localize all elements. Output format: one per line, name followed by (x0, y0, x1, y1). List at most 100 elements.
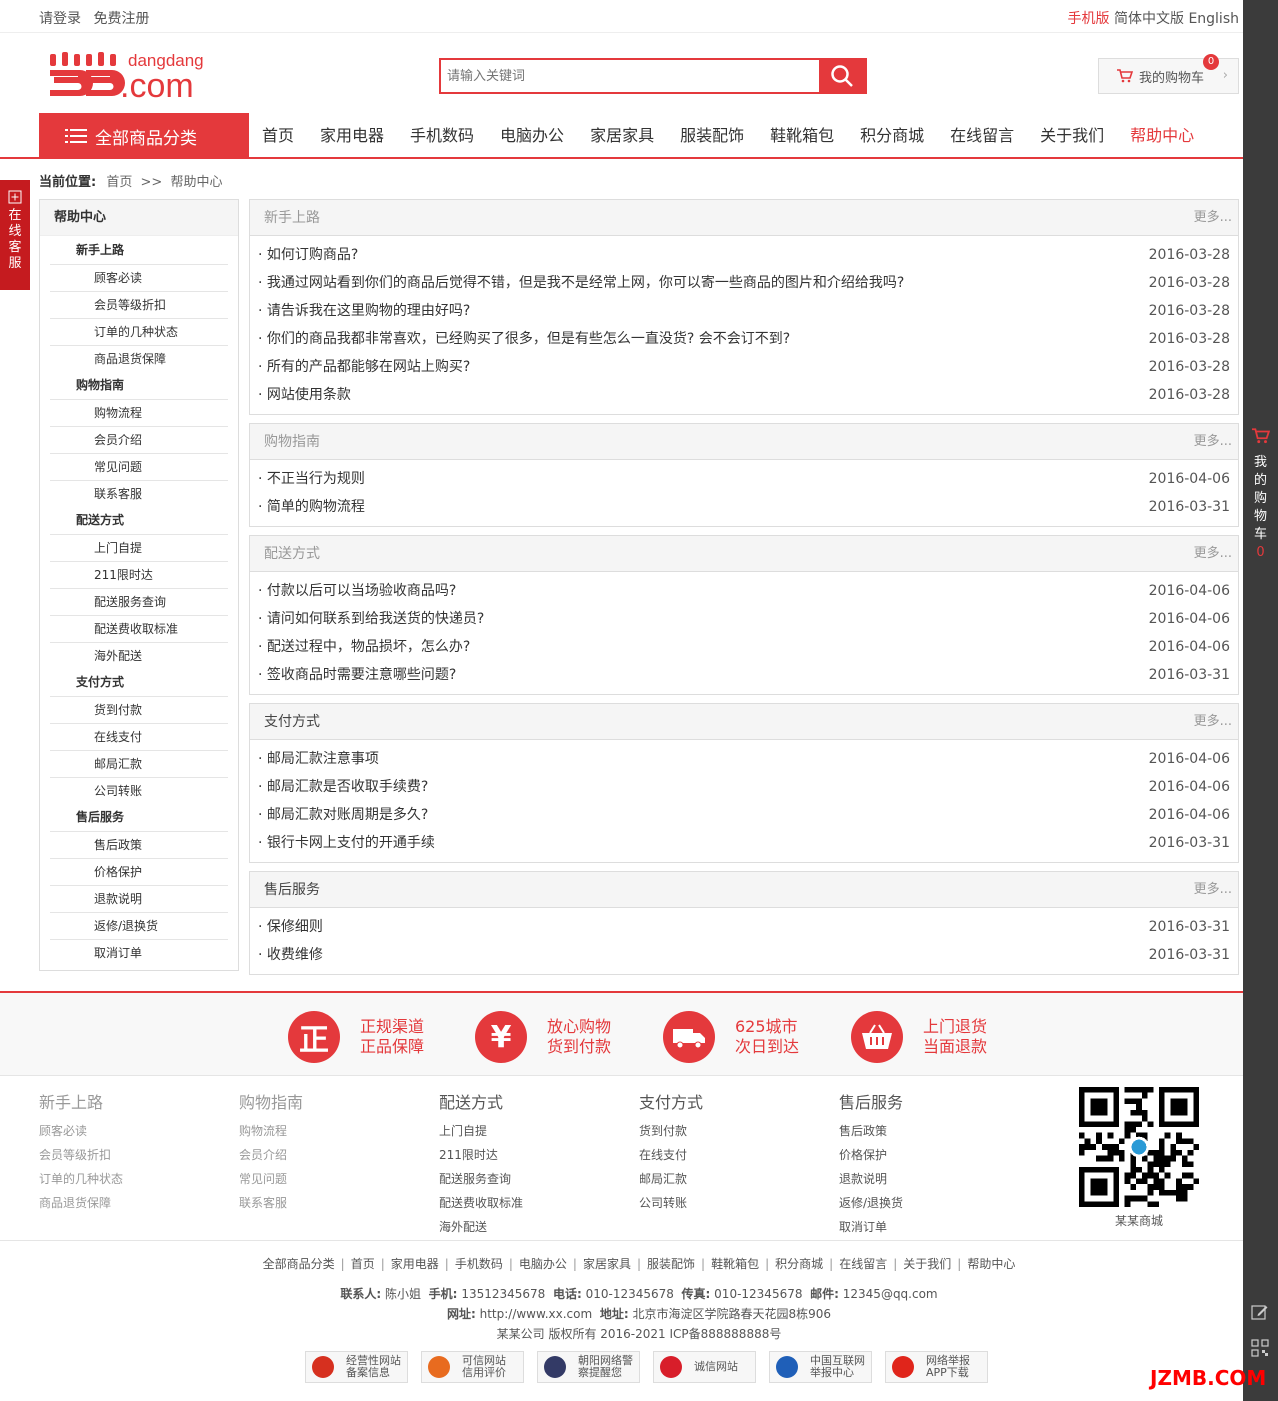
footer-link[interactable]: 联系客服 (239, 1191, 419, 1215)
trust-badge[interactable]: 可信网站 信用评价 (421, 1351, 524, 1383)
footer-link[interactable]: 会员介绍 (239, 1143, 419, 1167)
footer-link[interactable]: 邮局汇款 (639, 1167, 819, 1191)
footer-link[interactable]: 常见问题 (239, 1167, 419, 1191)
article-title[interactable]: 收费维修 (267, 947, 323, 963)
sidebar-item[interactable]: 商品退货保障 (50, 345, 228, 372)
search-button[interactable] (819, 60, 865, 92)
footer-link[interactable]: 配送费收取标准 (439, 1191, 619, 1215)
trust-badge[interactable]: 朝阳网络警 察提醒您 (537, 1351, 640, 1383)
register-link[interactable]: 免费注册 (93, 11, 149, 27)
article-row[interactable]: · 邮局汇款是否收取手续费? 2016-04-06 (250, 773, 1238, 801)
nav-item[interactable]: 在线留言 (937, 113, 1027, 157)
sidebar-group-title[interactable]: 支付方式 (50, 669, 228, 696)
nav-item[interactable]: 积分商城 (847, 113, 937, 157)
nav-item[interactable]: 鞋靴箱包 (757, 113, 847, 157)
footer-nav-link[interactable]: 鞋靴箱包 (711, 1257, 759, 1271)
article-title[interactable]: 邮局汇款是否收取手续费? (267, 779, 428, 795)
article-row[interactable]: · 银行卡网上支付的开通手续 2016-03-31 (250, 829, 1238, 857)
sidebar-item[interactable]: 会员介绍 (50, 426, 228, 453)
footer-link[interactable]: 海外配送 (439, 1215, 619, 1239)
article-title[interactable]: 请告诉我在这里购物的理由好吗? (267, 303, 470, 319)
qr-small-icon[interactable] (1251, 1339, 1269, 1357)
nav-item[interactable]: 电脑办公 (487, 113, 577, 157)
edit-icon[interactable] (1251, 1303, 1269, 1321)
footer-nav-link[interactable]: 关于我们 (903, 1257, 951, 1271)
sidebar-item[interactable]: 购物流程 (50, 399, 228, 426)
sidebar-item[interactable]: 211限时达 (50, 561, 228, 588)
footer-link[interactable]: 在线支付 (639, 1143, 819, 1167)
right-cart-button[interactable]: 我的购物车 0 (1243, 428, 1278, 562)
article-row[interactable]: · 收费维修 2016-03-31 (250, 941, 1238, 969)
sidebar-item[interactable]: 海外配送 (50, 642, 228, 669)
article-row[interactable]: · 如何订购商品? 2016-03-28 (250, 241, 1238, 269)
article-row[interactable]: · 保修细则 2016-03-31 (250, 913, 1238, 941)
footer-link[interactable]: 订单的几种状态 (39, 1167, 219, 1191)
article-row[interactable]: · 所有的产品都能够在网站上购买? 2016-03-28 (250, 353, 1238, 381)
article-row[interactable]: · 请问如何联系到给我送货的快递员? 2016-04-06 (250, 605, 1238, 633)
sidebar-item[interactable]: 退款说明 (50, 885, 228, 912)
online-service-float[interactable]: 在线客服 (0, 180, 30, 290)
trust-badge[interactable]: 中国互联网 举报中心 (769, 1351, 872, 1383)
cart-button[interactable]: 我的购物车 0 › (1098, 54, 1239, 94)
article-row[interactable]: · 我通过网站看到你们的商品后觉得不错，但是我不是经常上网，你可以寄一些商品的图… (250, 269, 1238, 297)
article-title[interactable]: 你们的商品我都非常喜欢，已经购买了很多，但是有些怎么一直没货? 会不会订不到? (267, 331, 790, 347)
article-row[interactable]: · 配送过程中，物品损坏，怎么办? 2016-04-06 (250, 633, 1238, 661)
article-title[interactable]: 邮局汇款对账周期是多久? (267, 807, 428, 823)
panel-more-link[interactable]: 更多... (1194, 200, 1232, 236)
sidebar-item[interactable]: 联系客服 (50, 480, 228, 507)
footer-nav-link[interactable]: 积分商城 (775, 1257, 823, 1271)
article-row[interactable]: · 请告诉我在这里购物的理由好吗? 2016-03-28 (250, 297, 1238, 325)
breadcrumb-home[interactable]: 首页 (106, 175, 132, 190)
sidebar-item[interactable]: 公司转账 (50, 777, 228, 804)
nav-item[interactable]: 服装配饰 (667, 113, 757, 157)
trust-badge[interactable]: 经营性网站 备案信息 (305, 1351, 408, 1383)
article-title[interactable]: 邮局汇款注意事项 (267, 751, 379, 767)
sidebar-item[interactable]: 订单的几种状态 (50, 318, 228, 345)
article-row[interactable]: · 你们的商品我都非常喜欢，已经购买了很多，但是有些怎么一直没货? 会不会订不到… (250, 325, 1238, 353)
trust-badge[interactable]: 诚信网站 (653, 1351, 756, 1383)
article-title[interactable]: 简单的购物流程 (267, 499, 365, 515)
footer-nav-link[interactable]: 在线留言 (839, 1257, 887, 1271)
footer-nav-link[interactable]: 手机数码 (455, 1257, 503, 1271)
sidebar-item[interactable]: 配送费收取标准 (50, 615, 228, 642)
nav-item[interactable]: 家用电器 (307, 113, 397, 157)
article-title[interactable]: 付款以后可以当场验收商品吗? (267, 583, 456, 599)
article-title[interactable]: 我通过网站看到你们的商品后觉得不错，但是我不是经常上网，你可以寄一些商品的图片和… (267, 275, 904, 291)
footer-link[interactable]: 售后政策 (839, 1119, 1019, 1143)
article-row[interactable]: · 不正当行为规则 2016-04-06 (250, 465, 1238, 493)
sidebar-item[interactable]: 取消订单 (50, 939, 228, 966)
panel-more-link[interactable]: 更多... (1194, 704, 1232, 740)
site-logo[interactable]: dangdang .com (48, 50, 218, 105)
footer-link[interactable]: 配送服务查询 (439, 1167, 619, 1191)
article-row[interactable]: · 付款以后可以当场验收商品吗? 2016-04-06 (250, 577, 1238, 605)
nav-item[interactable]: 家居家具 (577, 113, 667, 157)
article-row[interactable]: · 简单的购物流程 2016-03-31 (250, 493, 1238, 521)
footer-link[interactable]: 货到付款 (639, 1119, 819, 1143)
sidebar-item[interactable]: 上门自提 (50, 534, 228, 561)
footer-link[interactable]: 公司转账 (639, 1191, 819, 1215)
sidebar-group-title[interactable]: 配送方式 (50, 507, 228, 534)
footer-nav-link[interactable]: 首页 (351, 1257, 375, 1271)
sidebar-item[interactable]: 配送服务查询 (50, 588, 228, 615)
trust-badge[interactable]: 网络举报 APP下载 (885, 1351, 988, 1383)
article-title[interactable]: 如何订购商品? (267, 247, 358, 263)
sidebar-item[interactable]: 返修/退换货 (50, 912, 228, 939)
nav-item[interactable]: 首页 (249, 113, 307, 157)
search-input[interactable] (441, 60, 819, 92)
all-categories-button[interactable]: 全部商品分类 (39, 113, 249, 159)
nav-item[interactable]: 帮助中心 (1117, 113, 1207, 157)
footer-link[interactable]: 会员等级折扣 (39, 1143, 219, 1167)
footer-nav-link[interactable]: 电脑办公 (519, 1257, 567, 1271)
sidebar-item[interactable]: 顾客必读 (50, 264, 228, 291)
footer-link[interactable]: 价格保护 (839, 1143, 1019, 1167)
sidebar-item[interactable]: 在线支付 (50, 723, 228, 750)
sidebar-item[interactable]: 邮局汇款 (50, 750, 228, 777)
sidebar-item[interactable]: 价格保护 (50, 858, 228, 885)
footer-link[interactable]: 退款说明 (839, 1167, 1019, 1191)
lang-en-link[interactable]: English (1188, 11, 1239, 27)
footer-nav-link[interactable]: 全部商品分类 (263, 1257, 335, 1271)
article-row[interactable]: · 邮局汇款对账周期是多久? 2016-04-06 (250, 801, 1238, 829)
article-title[interactable]: 所有的产品都能够在网站上购买? (267, 359, 470, 375)
article-row[interactable]: · 邮局汇款注意事项 2016-04-06 (250, 745, 1238, 773)
sidebar-item[interactable]: 常见问题 (50, 453, 228, 480)
